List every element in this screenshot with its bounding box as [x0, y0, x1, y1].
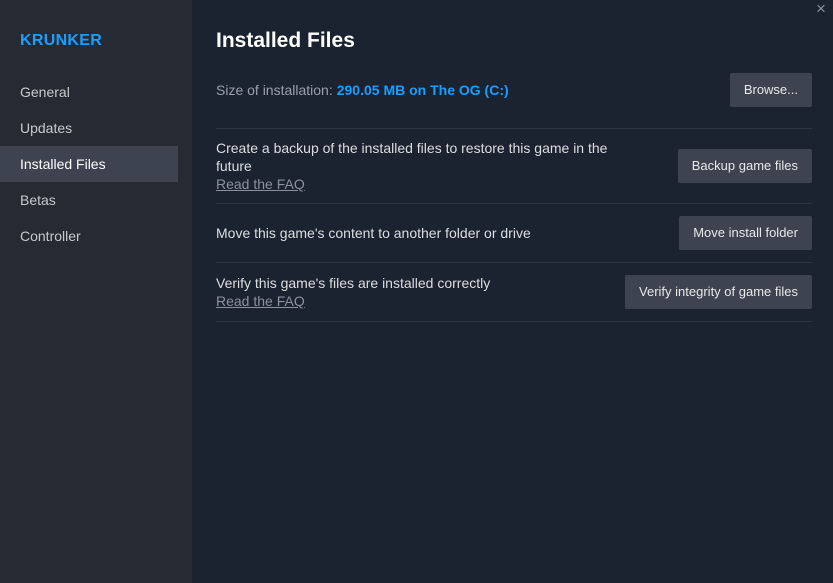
- move-row: Move this game's content to another fold…: [216, 204, 812, 262]
- move-install-folder-button[interactable]: Move install folder: [679, 216, 812, 250]
- game-title: KRUNKER: [20, 32, 103, 49]
- verify-row: Verify this game's files are installed c…: [216, 263, 812, 321]
- sidebar: KRUNKER General Updates Installed Files …: [0, 0, 192, 583]
- installation-size-row: Size of installation: 290.05 MB on The OG…: [216, 73, 812, 107]
- sidebar-item-betas[interactable]: Betas: [0, 182, 178, 218]
- main-panel: × Installed Files Size of installation: 2…: [192, 0, 833, 583]
- backup-text: Create a backup of the installed files t…: [216, 139, 646, 193]
- backup-description: Create a backup of the installed files t…: [216, 140, 608, 174]
- installation-size-value: 290.05 MB on The OG (C:): [336, 82, 509, 98]
- verify-text: Verify this game's files are installed c…: [216, 274, 490, 310]
- verify-integrity-button[interactable]: Verify integrity of game files: [625, 275, 812, 309]
- divider: [216, 321, 812, 322]
- backup-faq-link[interactable]: Read the FAQ: [216, 175, 646, 193]
- sidebar-item-controller[interactable]: Controller: [0, 218, 178, 254]
- sidebar-item-updates[interactable]: Updates: [0, 110, 178, 146]
- close-icon[interactable]: ×: [813, 0, 829, 18]
- backup-row: Create a backup of the installed files t…: [216, 129, 812, 203]
- installation-size: Size of installation: 290.05 MB on The OG…: [216, 82, 509, 98]
- move-description: Move this game's content to another fold…: [216, 225, 531, 241]
- backup-game-files-button[interactable]: Backup game files: [677, 149, 812, 183]
- properties-window: KRUNKER General Updates Installed Files …: [0, 0, 833, 583]
- sidebar-item-general[interactable]: General: [0, 74, 178, 110]
- verify-faq-link[interactable]: Read the FAQ: [216, 292, 490, 310]
- page-title: Installed Files: [216, 29, 355, 52]
- browse-button[interactable]: Browse...: [729, 73, 812, 107]
- verify-description: Verify this game's files are installed c…: [216, 275, 491, 291]
- installation-size-label: Size of installation:: [216, 82, 333, 98]
- sidebar-item-installed-files[interactable]: Installed Files: [0, 146, 178, 182]
